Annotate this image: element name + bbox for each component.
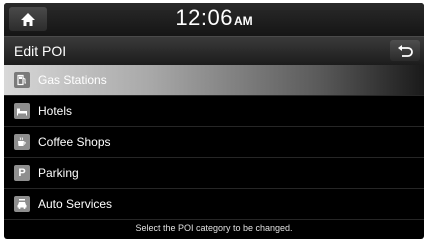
poi-category-label: Coffee Shops [38, 135, 111, 149]
poi-category-parking[interactable]: P Parking [4, 158, 424, 189]
parking-icon: P [14, 165, 30, 181]
back-arrow-icon [398, 44, 413, 57]
bed-icon [14, 103, 30, 119]
poi-category-label: Hotels [38, 104, 73, 118]
poi-category-hotels[interactable]: Hotels [4, 96, 424, 127]
poi-category-coffee-shops[interactable]: Coffee Shops [4, 127, 424, 158]
car-service-icon [14, 196, 30, 212]
poi-category-auto-services[interactable]: Auto Services [4, 189, 424, 220]
clock-time: 12:06 [175, 5, 233, 30]
title-bar: Edit POI [4, 36, 424, 66]
status-bar: 12:06AM [4, 3, 424, 36]
poi-category-label: Auto Services [38, 197, 113, 211]
poi-category-label: Gas Stations [38, 73, 107, 87]
page-title: Edit POI [14, 43, 67, 59]
gas-pump-icon [14, 72, 30, 88]
clock: 12:06AM [4, 5, 424, 31]
help-text: Select the POI category to be changed. [135, 223, 293, 233]
poi-category-label: Parking [38, 166, 79, 180]
clock-ampm: AM [233, 14, 253, 28]
back-button[interactable] [390, 40, 420, 61]
infotainment-screen: 12:06AM Edit POI Gas Stations Hotels Cof… [4, 3, 424, 239]
coffee-cup-icon [14, 134, 30, 150]
poi-category-gas-stations[interactable]: Gas Stations [4, 65, 424, 96]
poi-category-list: Gas Stations Hotels Coffee Shops P Parki… [4, 65, 424, 220]
